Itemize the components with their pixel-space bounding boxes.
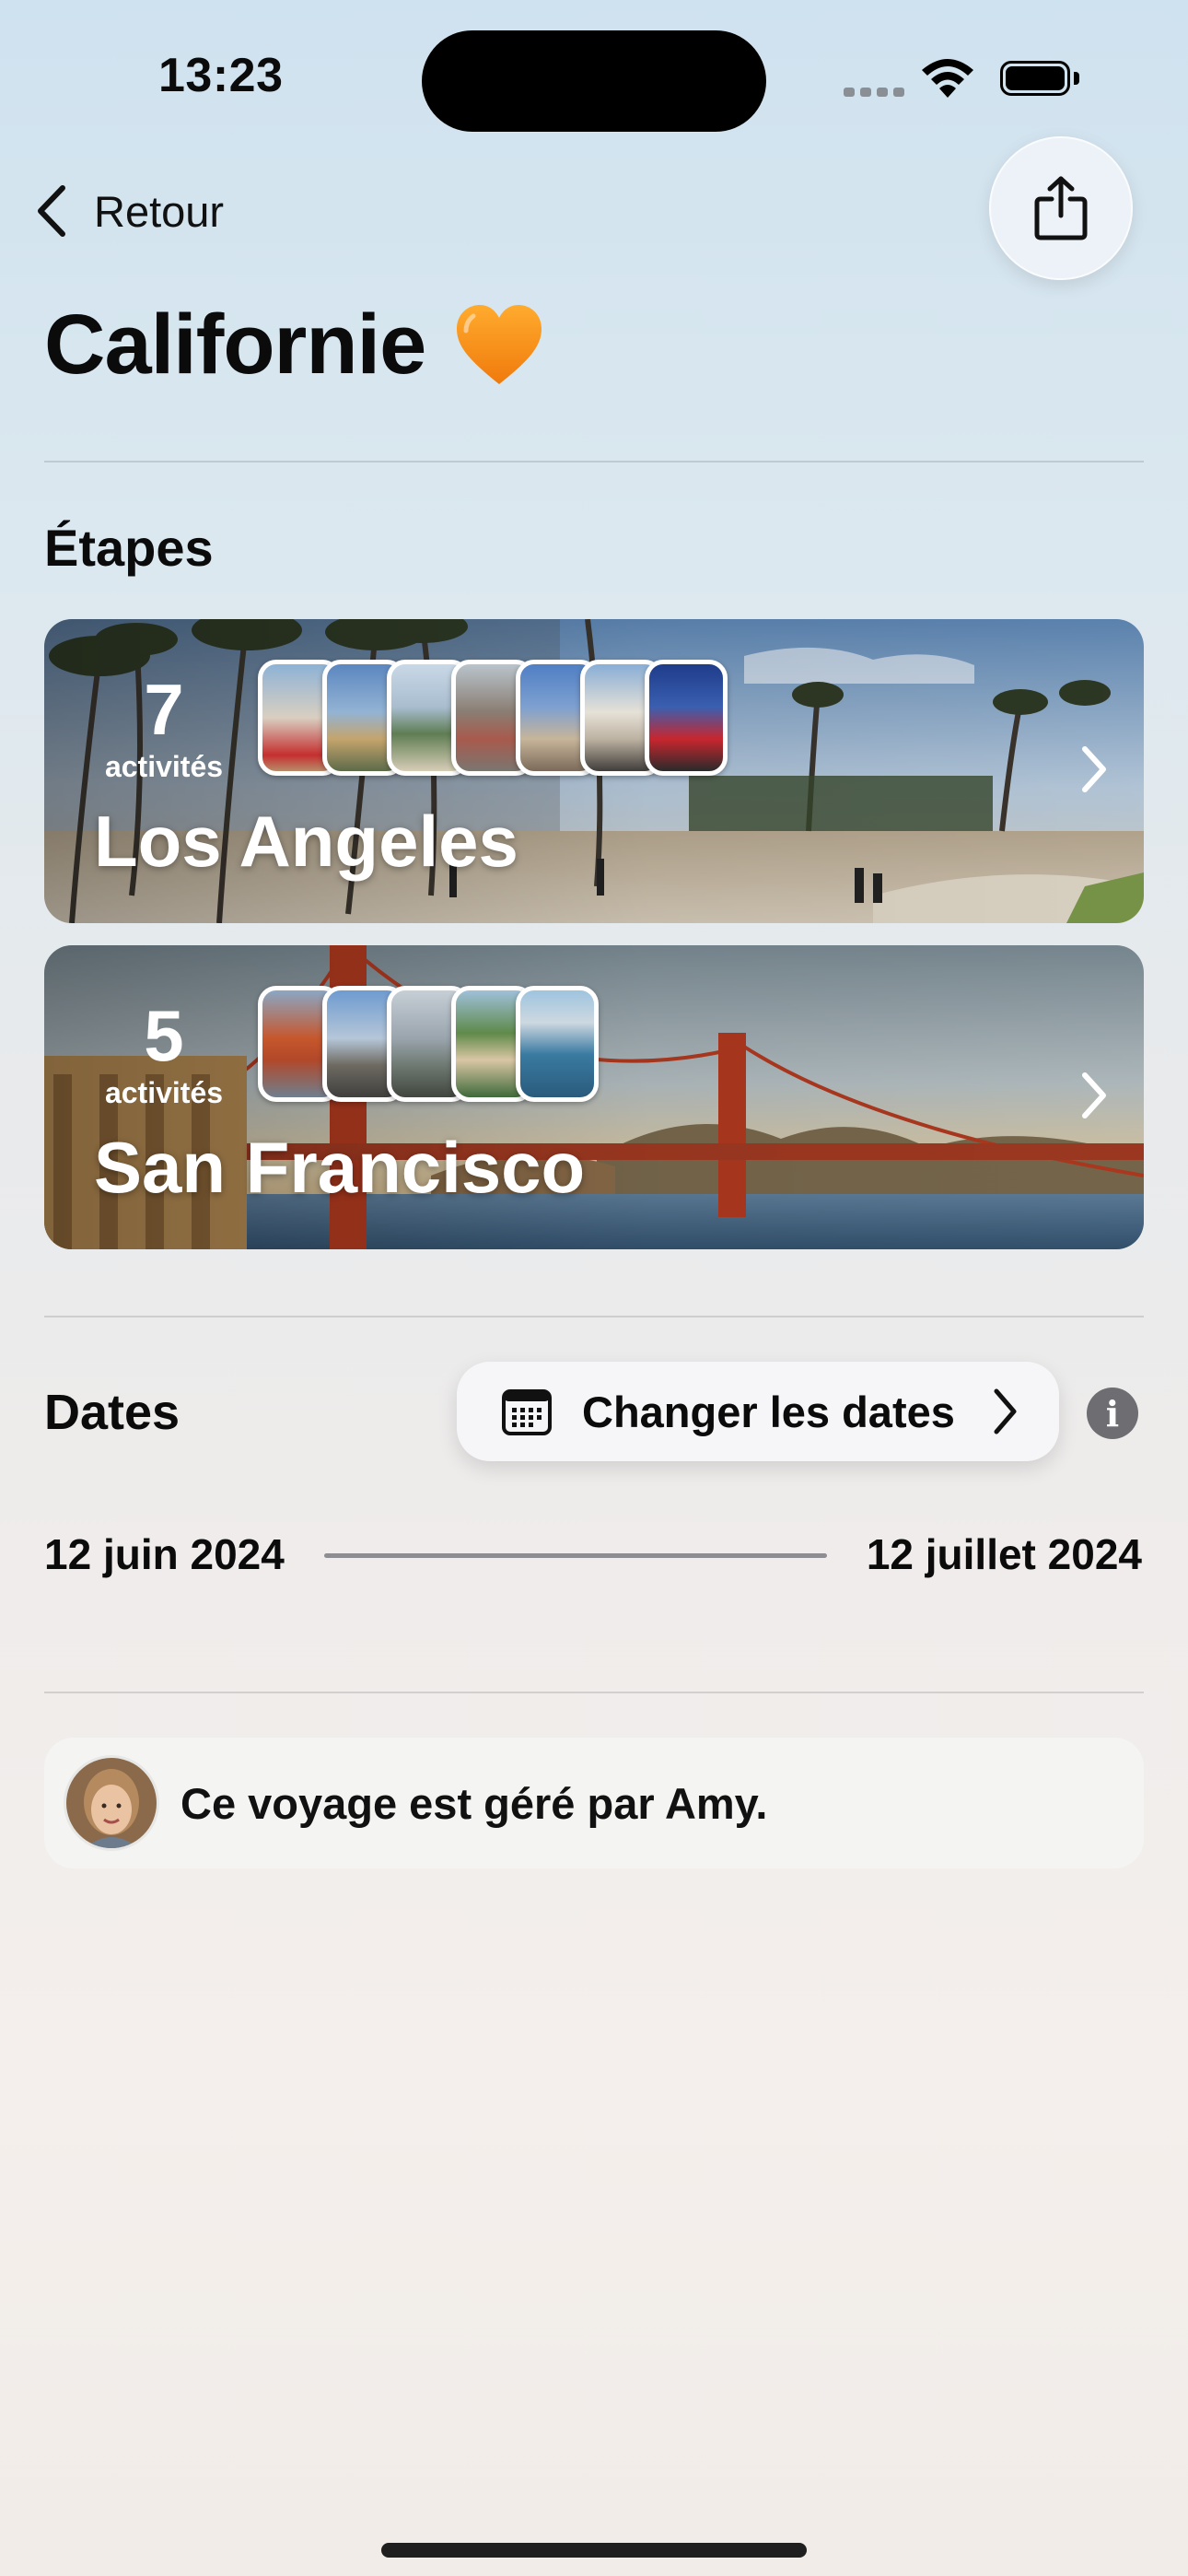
stage-card-los-angeles[interactable]: 7 activités Los Angeles <box>44 619 1144 923</box>
wifi-icon <box>922 59 973 98</box>
activity-thumbnail <box>516 986 599 1102</box>
cellular-signal-icon <box>844 88 906 97</box>
activity-count-number: 5 <box>144 995 184 1076</box>
stages-heading: Étapes <box>44 519 214 577</box>
trip-manager-banner: Ce voyage est géré par Amy. <box>44 1738 1144 1868</box>
chevron-right-icon <box>1082 1072 1106 1118</box>
back-button[interactable]: Retour <box>33 179 224 243</box>
orange-heart-icon <box>457 304 542 384</box>
date-range-line <box>324 1553 827 1558</box>
dates-heading: Dates <box>44 1385 181 1440</box>
avatar <box>66 1758 157 1848</box>
back-label: Retour <box>94 186 225 236</box>
activity-thumbnail <box>645 660 728 776</box>
activity-count: 7 activités <box>95 673 233 784</box>
trip-manager-text: Ce voyage est géré par Amy. <box>181 1778 768 1828</box>
share-button[interactable] <box>989 136 1133 280</box>
info-icon[interactable]: i <box>1087 1388 1138 1439</box>
stage-city-name: San Francisco <box>94 1127 586 1208</box>
share-icon <box>1034 176 1088 240</box>
divider <box>44 461 1144 463</box>
stage-card-san-francisco[interactable]: 5 activités San Francisco <box>44 945 1144 1249</box>
title-row: Californie <box>44 297 545 393</box>
trip-detail-screen: 13:23 Retour Californie Étapes 7 activit… <box>0 0 1188 2576</box>
start-date: 12 juin 2024 <box>44 1530 285 1578</box>
activity-count-label: activités <box>104 750 224 783</box>
divider <box>44 1316 1144 1317</box>
end-date: 12 juillet 2024 <box>866 1530 1142 1578</box>
change-dates-button[interactable]: Changer les dates <box>457 1362 1059 1461</box>
stage-city-name: Los Angeles <box>94 801 518 882</box>
change-dates-label: Changer les dates <box>582 1387 955 1436</box>
home-indicator[interactable] <box>381 2543 807 2558</box>
calendar-icon <box>502 1389 552 1435</box>
activity-count: 5 activités <box>95 999 233 1110</box>
activity-count-number: 7 <box>144 669 184 750</box>
activity-count-label: activités <box>104 1076 224 1109</box>
chevron-right-icon <box>994 1388 1017 1434</box>
chevron-left-icon <box>38 185 65 237</box>
page-title: Californie <box>44 298 426 392</box>
divider <box>44 1692 1144 1693</box>
status-time: 13:23 <box>158 49 284 102</box>
battery-icon <box>1000 61 1081 98</box>
dynamic-island <box>422 30 766 132</box>
chevron-right-icon <box>1082 746 1106 792</box>
